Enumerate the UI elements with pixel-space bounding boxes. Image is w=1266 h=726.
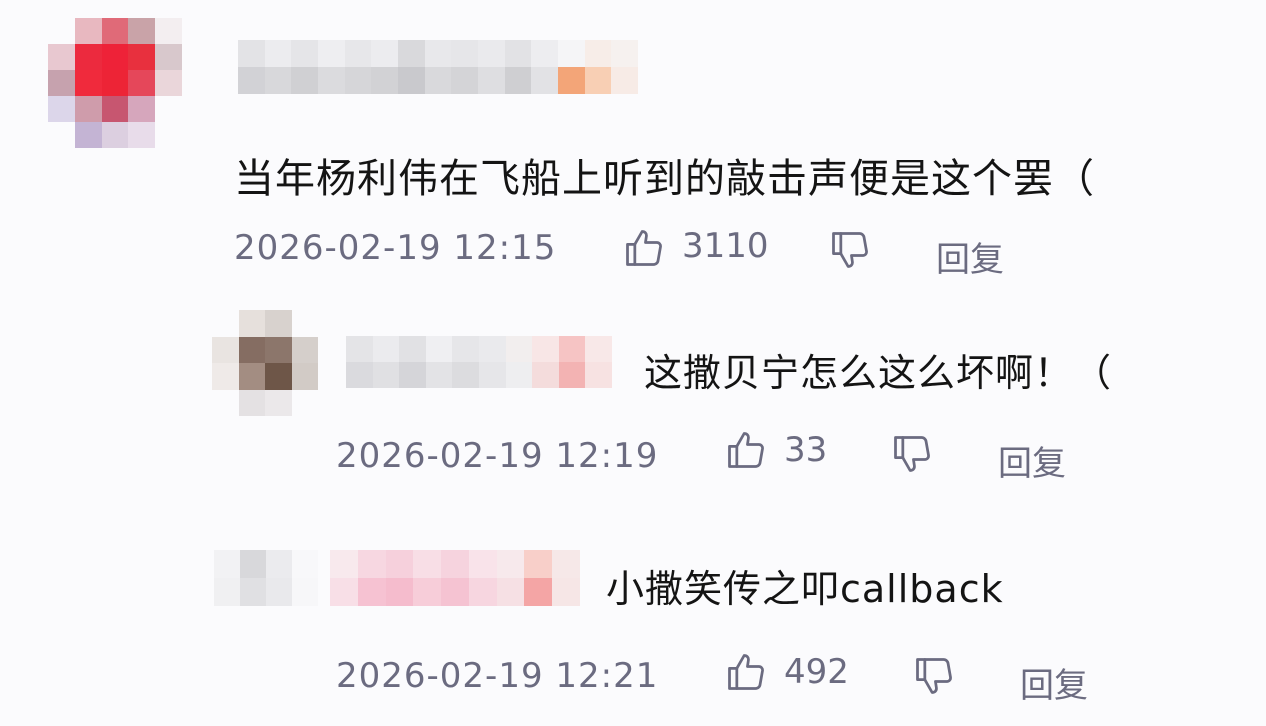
username[interactable] bbox=[346, 336, 612, 388]
avatar[interactable] bbox=[48, 18, 182, 148]
comment-text: 当年杨利伟在飞船上听到的敲击声便是这个罢（ bbox=[234, 156, 1095, 202]
reply-button[interactable]: 回复 bbox=[936, 232, 1004, 281]
reply-timestamp: 2026-02-19 12:19 bbox=[336, 436, 659, 476]
reply-button[interactable]: 回复 bbox=[998, 436, 1066, 485]
comment-timestamp: 2026-02-19 12:15 bbox=[234, 228, 557, 268]
avatar[interactable] bbox=[212, 310, 318, 416]
like-count: 33 bbox=[784, 430, 828, 470]
thumbs-up-icon[interactable] bbox=[622, 226, 666, 270]
thumbs-up-icon[interactable] bbox=[724, 650, 768, 694]
username[interactable] bbox=[238, 40, 638, 94]
reply-text: 这撒贝宁怎么这么坏啊！（ bbox=[644, 351, 1113, 395]
reply-text: 小撒笑传之叩callback bbox=[606, 567, 1004, 611]
like-count: 492 bbox=[784, 652, 849, 692]
reply-timestamp: 2026-02-19 12:21 bbox=[336, 656, 659, 696]
thumbs-down-icon[interactable] bbox=[890, 432, 934, 476]
avatar[interactable] bbox=[214, 550, 318, 606]
username[interactable] bbox=[330, 550, 580, 606]
thumbs-down-icon[interactable] bbox=[828, 228, 872, 272]
thumbs-down-icon[interactable] bbox=[912, 654, 956, 698]
like-count: 3110 bbox=[682, 226, 769, 266]
thumbs-up-icon[interactable] bbox=[724, 428, 768, 472]
reply-button[interactable]: 回复 bbox=[1020, 658, 1088, 707]
